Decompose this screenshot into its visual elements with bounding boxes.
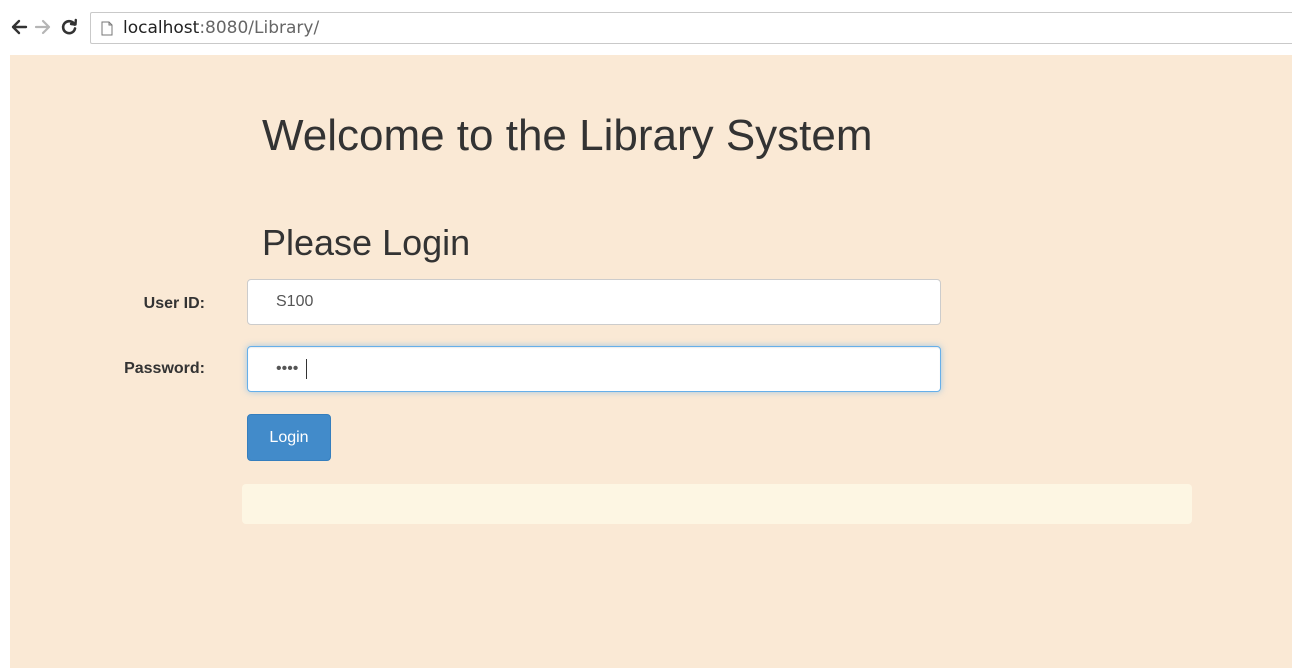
login-button[interactable]: Login xyxy=(247,414,331,461)
back-arrow-icon xyxy=(11,19,28,35)
userid-label: User ID: xyxy=(143,295,205,312)
password-label: Password: xyxy=(124,360,205,377)
back-button[interactable] xyxy=(8,16,30,38)
forward-button[interactable] xyxy=(32,16,54,38)
message-area xyxy=(242,484,1192,524)
forward-arrow-icon xyxy=(34,19,51,35)
reload-icon xyxy=(61,18,77,35)
address-bar[interactable]: localhost:8080/Library/ xyxy=(90,12,1292,44)
reload-button[interactable] xyxy=(58,16,80,38)
text-caret xyxy=(306,359,307,379)
login-heading: Please Login xyxy=(262,222,471,263)
userid-input[interactable] xyxy=(247,279,941,325)
page-icon xyxy=(101,20,115,36)
browser-toolbar: localhost:8080/Library/ xyxy=(0,0,1292,54)
url-host: localhost xyxy=(123,18,200,38)
page-title: Welcome to the Library System xyxy=(262,111,873,160)
password-input[interactable] xyxy=(247,346,941,392)
url-text: localhost:8080/Library/ xyxy=(123,18,319,38)
page-body: Welcome to the Library System Please Log… xyxy=(10,55,1292,668)
url-path: :8080/Library/ xyxy=(199,18,320,38)
